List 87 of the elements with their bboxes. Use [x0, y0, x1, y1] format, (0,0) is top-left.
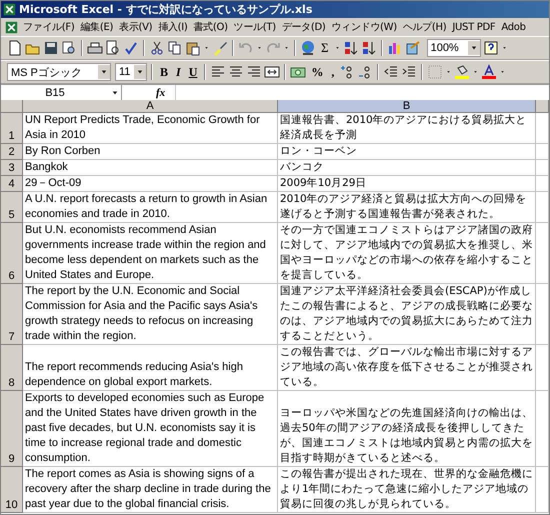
row-header[interactable]: 8 — [1, 345, 23, 391]
font-dropdown[interactable]: MS Pゴシック — [7, 63, 111, 81]
window-title: Microsoft Excel - すでに対訳になっているサンプル.xls — [19, 2, 312, 17]
paintbrush-icon[interactable] — [212, 40, 228, 56]
table-cell: A U.N. report forecasts a return to growth in Asian economies and trade in 2010. — [23, 192, 278, 223]
column-header[interactable]: A — [23, 100, 278, 113]
row-header[interactable]: 5 — [1, 192, 23, 223]
menu-item[interactable]: 表示(V) — [116, 20, 156, 34]
dropdown-caret-icon[interactable] — [98, 65, 110, 79]
menu-item[interactable]: Adob — [498, 22, 529, 32]
table-cell: Bangkok — [23, 160, 278, 176]
drawing-tools-icon[interactable] — [404, 40, 421, 56]
excel-logo-icon[interactable] — [3, 3, 16, 16]
underline-button[interactable]: U — [186, 63, 200, 81]
globe-icon[interactable] — [300, 40, 316, 56]
table-cell: 2010年のアジア経済と貿易は拡大方向への回帰を遂げると予測する国連報告書が発表された。 — [278, 192, 536, 223]
menu-item[interactable]: ウィンドウ(W) — [328, 20, 400, 34]
table-cell: この報告書が提出された現在、世界的な金融危機により1年間にわたって急速に縮小したアジア地域の貿易に回復の兆しが見られている。 — [278, 467, 536, 513]
table-cell: UN Report Predicts Trade, Economic Growth for Asia in 2010 — [23, 113, 278, 144]
table-cell: その一方で国連エコノミストらはアジア諸国の政府に対して、アジア地域内での貿易拡大を推奨し、米国やヨーロッパなどの市場への依存を縮小することを提言している。 — [278, 223, 536, 284]
column-header[interactable] — [536, 100, 549, 113]
bold-button[interactable]: B — [157, 63, 172, 81]
table-cell — [536, 113, 549, 144]
table-cell: 29－Oct-09 — [23, 176, 278, 192]
spellcheck-icon[interactable] — [123, 40, 139, 56]
font-size-dropdown[interactable]: 11 — [115, 63, 147, 81]
table-cell: この報告書では、グローバルな輸出市場に対するアジア地域の高い依存度を低下させることが推奨されている。 — [278, 345, 536, 391]
new-document-icon[interactable] — [7, 40, 23, 56]
menu-item[interactable]: 編集(E) — [77, 20, 116, 34]
table-cell: バンコク — [278, 160, 536, 176]
sort-ascending-icon[interactable] — [342, 40, 359, 56]
autosum-button[interactable]: Σ — [318, 39, 332, 57]
table-cell — [536, 467, 549, 513]
row-header[interactable]: 6 — [1, 223, 23, 284]
table-cell — [536, 144, 549, 160]
row-header[interactable]: 10 — [1, 467, 23, 513]
zoom-dropdown[interactable]: 100% — [426, 39, 481, 57]
dropdown-caret-icon[interactable] — [134, 65, 146, 79]
font-color-icon[interactable] — [481, 64, 498, 80]
menu-item[interactable]: 書式(O) — [190, 20, 231, 34]
table-cell: 国連報告書、2010年のアジアにおける貿易拡大と経済成長を予測 — [278, 113, 536, 144]
table-cell: ロン・コーベン — [278, 144, 536, 160]
table-cell — [536, 160, 549, 176]
copy-icon[interactable] — [167, 40, 183, 56]
fill-color-icon[interactable] — [454, 64, 470, 80]
table-cell — [536, 284, 549, 345]
row-header[interactable]: 9 — [1, 391, 23, 467]
dropdown-caret-icon[interactable] — [468, 41, 480, 55]
table-cell: The report by the U.N. Economic and Social Commission for Asia and the Pacific says Asia's growth strategy needs to refocus on increasing trade within the region. — [23, 284, 278, 345]
table-cell: 2009年10月29日 — [278, 176, 536, 192]
italic-button[interactable]: I — [173, 63, 184, 81]
table-cell: By Ron Corben — [23, 144, 278, 160]
row-header[interactable]: 7 — [1, 284, 23, 345]
menu-item[interactable]: ツール(T) — [230, 20, 279, 34]
document-search-icon[interactable] — [61, 40, 77, 56]
scissors-icon[interactable] — [149, 40, 165, 56]
column-header[interactable]: B — [278, 100, 536, 113]
function-label[interactable]: fx — [122, 86, 176, 98]
menu-item[interactable]: JUST PDF — [449, 22, 498, 32]
table-cell — [536, 192, 549, 223]
paste-icon[interactable] — [185, 40, 201, 56]
bar-chart-icon[interactable] — [386, 40, 403, 56]
row-header[interactable]: 2 — [1, 144, 23, 160]
menu-item[interactable]: ファイル(F) — [20, 20, 78, 34]
row-header[interactable]: 4 — [1, 176, 23, 192]
printer-icon[interactable] — [87, 40, 103, 56]
table-cell: The report recommends reducing Asia's high dependence on global export markets. — [23, 345, 278, 391]
row-header[interactable]: 3 — [1, 160, 23, 176]
table-cell: The report comes as Asia is showing signs of a recovery after the sharp decline in trade during the past year due to the global financial crisis. — [23, 467, 278, 513]
table-cell — [536, 345, 549, 391]
percent-button[interactable]: % — [308, 63, 326, 81]
table-cell: But U.N. economists recommend Asian governments increase trade within the region and become less dependent on markets such as the United States and Europe. — [23, 223, 278, 284]
sort-descending-icon[interactable] — [360, 40, 377, 56]
comma-button[interactable]: , — [328, 63, 338, 81]
print-preview-icon[interactable] — [105, 40, 121, 56]
menu-item[interactable]: ヘルプ(H) — [400, 20, 450, 34]
table-cell: Exports to developed economies such as Europe and the United States have driven growth in the past five decades, but U.N. economists say it is time to increase regional trade and domestic consumption. — [23, 391, 278, 467]
menu-item[interactable]: 挿入(I) — [155, 20, 191, 34]
menu-item[interactable]: データ(D) — [278, 20, 329, 34]
table-cell: 国連アジア太平洋経済社会委員会(ESCAP)が作成したこの報告書によると、アジアの成長戦略に必要なのは、アジア地域内での貿易拡大にあらためて注力することだという。 — [278, 284, 536, 345]
merge-center-icon[interactable] — [264, 64, 280, 80]
select-all-corner[interactable] — [1, 100, 23, 113]
table-cell — [536, 176, 549, 192]
table-cell — [536, 223, 549, 284]
help-icon[interactable] — [482, 40, 499, 56]
row-header[interactable]: 1 — [1, 113, 23, 144]
table-cell: ヨーロッパや米国などの先進国経済向けの輸出は、過去50年の間アジアの経済成長を後押ししてきたが、国連エコノミストは地域内貿易と内需の拡大を目指す時期がきていると述べる。 — [278, 391, 536, 467]
